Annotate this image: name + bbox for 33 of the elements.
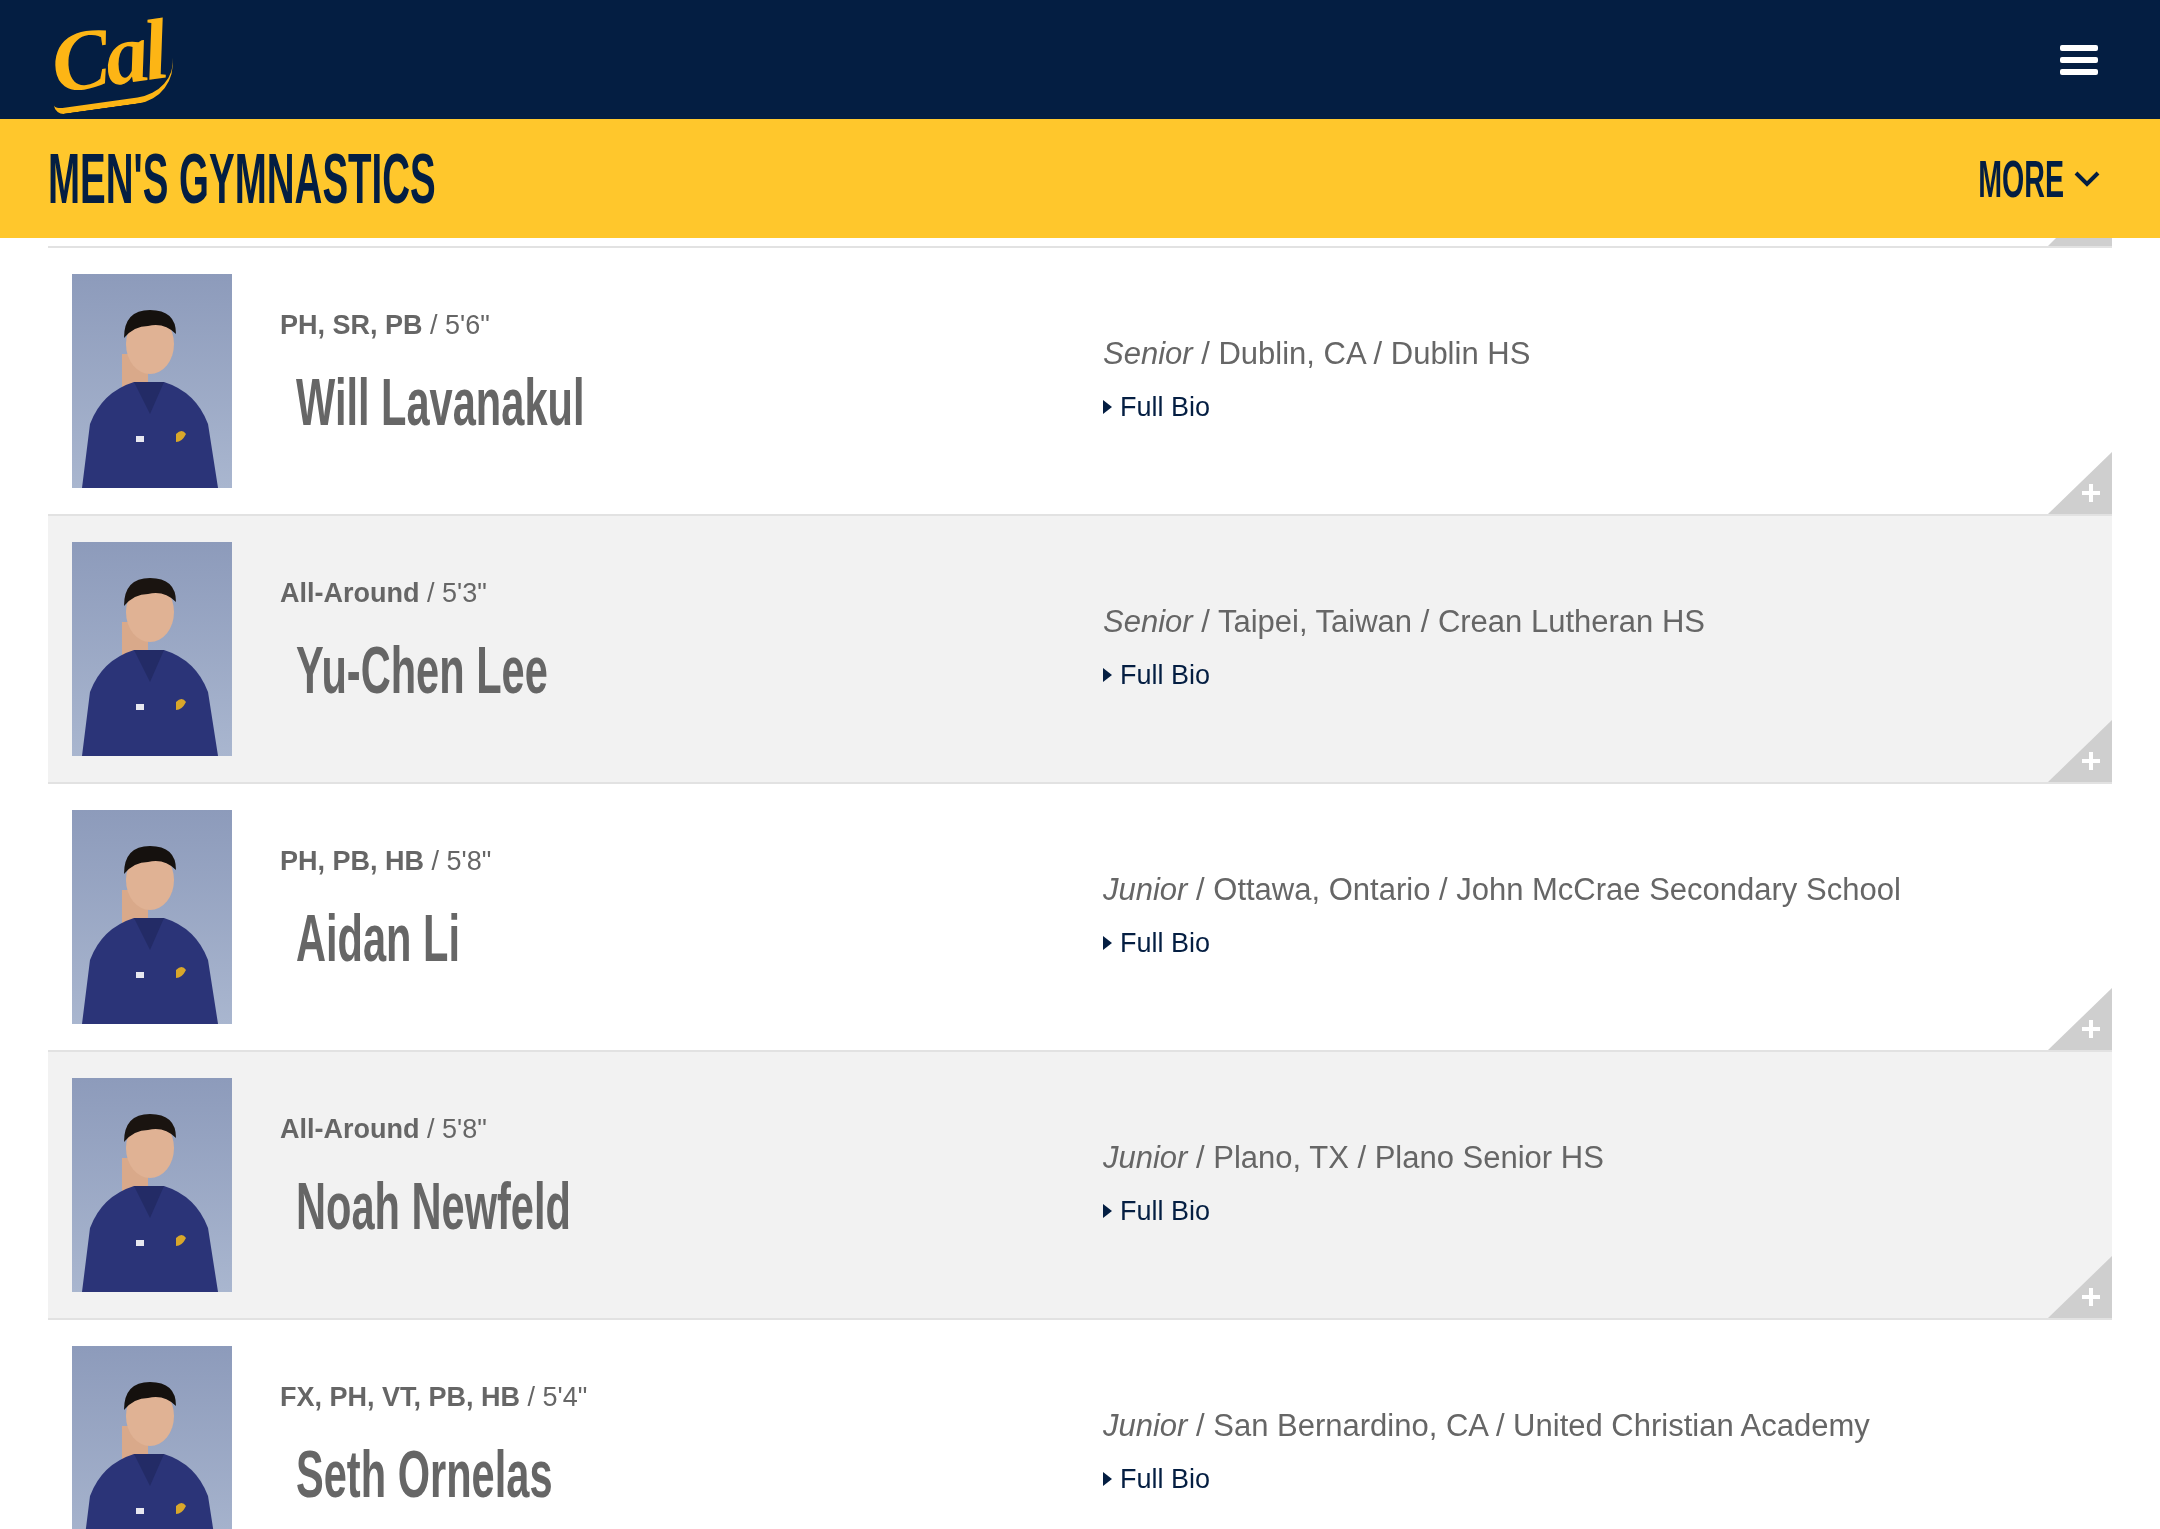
athlete-details: Senior / Taipei, Taiwan / Crean Lutheran HS [1103, 603, 1706, 641]
plus-icon [2082, 1020, 2100, 1038]
position-height: All-Around / 5'8" [280, 1113, 488, 1146]
athlete-details: Junior / Plano, TX / Plano Senior HS [1103, 1139, 1605, 1177]
caret-icon [1103, 668, 1112, 682]
caret-icon [1103, 1472, 1112, 1486]
athlete-name[interactable]: Aidan Li [296, 901, 460, 975]
page-title: MEN'S GYMNASTICS [48, 143, 436, 214]
athlete-name[interactable]: Seth Ornelas [296, 1437, 553, 1511]
full-bio-link[interactable]: Full Bio [1103, 1461, 1211, 1497]
full-bio-link[interactable]: Full Bio [1103, 925, 1211, 961]
athlete-details: Junior / San Bernardino, CA / United Christian Academy [1103, 1407, 1871, 1445]
full-bio-link[interactable]: Full Bio [1103, 1193, 1211, 1229]
plus-icon [2082, 1288, 2100, 1306]
chevron-down-icon [2074, 170, 2100, 187]
caret-icon [1103, 1204, 1112, 1218]
plus-icon [2082, 752, 2100, 770]
full-bio-link[interactable]: Full Bio [1103, 389, 1211, 425]
athlete-name[interactable]: Will Lavanakul [296, 365, 585, 439]
athlete-name[interactable]: Noah Newfeld [296, 1169, 571, 1243]
athlete-name[interactable]: Yu-Chen Lee [296, 633, 548, 707]
athlete-details: Junior / Ottawa, Ontario / John McCrae Secondary School [1103, 871, 1902, 909]
position-height: PH, SR, PB / 5'6" [280, 309, 491, 342]
more-button[interactable]: MORE [1976, 152, 2100, 205]
position-height: All-Around / 5'3" [280, 577, 488, 610]
caret-icon [1103, 936, 1112, 950]
position-height: FX, PH, VT, PB, HB / 5'4" [280, 1381, 589, 1414]
full-bio-link[interactable]: Full Bio [1103, 657, 1211, 693]
athlete-details: Senior / Dublin, CA / Dublin HS [1103, 335, 1532, 373]
menu-icon[interactable] [2060, 44, 2098, 75]
plus-icon [2082, 484, 2100, 502]
caret-icon [1103, 400, 1112, 414]
position-height: PH, PB, HB / 5'8" [280, 845, 493, 878]
